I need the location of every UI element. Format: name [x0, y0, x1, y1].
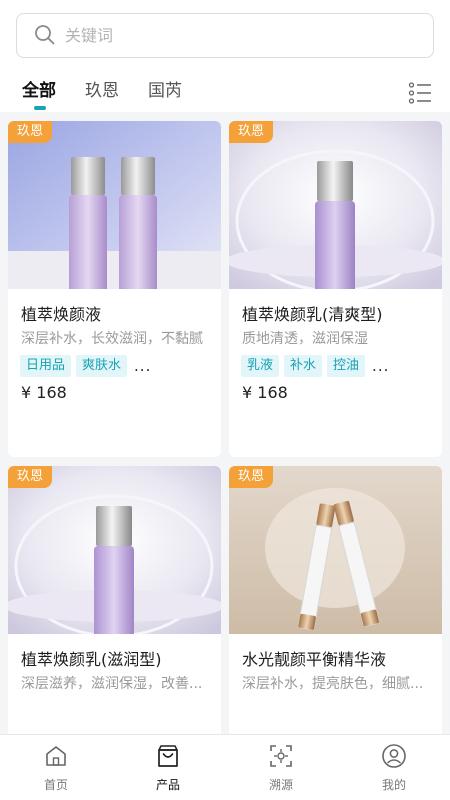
product-card[interactable]: 玖恩 植萃焕颜乳(清爽型) 质地清透，滋润保湿 乳液 补水 控油 ... ¥ 1… [229, 121, 442, 457]
product-tag: 控油 [327, 355, 366, 377]
product-card[interactable]: 玖恩 水光靓颜平衡精华液 深层补水，提亮肤色，细腻... [229, 466, 442, 734]
brand-badge: 玖恩 [229, 121, 274, 143]
product-title: 植萃焕颜乳(清爽型) [242, 305, 383, 324]
product-card[interactable]: 玖恩 植萃焕颜液 深层补水，长效滋润，不黏腻 日用品 爽肤水 ... ¥ 168 [8, 121, 221, 457]
product-description: 深层滋养，滋润保湿，改善... [21, 676, 203, 692]
scan-trace-icon [270, 745, 292, 767]
brand-badge: 玖恩 [229, 466, 274, 488]
search-box[interactable] [16, 13, 434, 58]
product-price: ¥ 168 [242, 383, 288, 402]
product-description: 深层补水，提亮肤色，细腻... [242, 676, 424, 692]
nav-profile[interactable]: 我的 [338, 735, 450, 800]
list-view-icon[interactable] [408, 82, 432, 104]
nav-label: 产品 [155, 778, 180, 792]
product-tags: 乳液 补水 控油 ... [241, 355, 389, 377]
shopping-bag-icon [158, 745, 178, 767]
bottom-navigation: 首页 产品 溯源 我的 [0, 734, 450, 800]
nav-trace[interactable]: 溯源 [225, 735, 337, 800]
product-image [8, 121, 221, 289]
category-tabs: 全部 玖恩 国芮 [0, 76, 450, 112]
product-tag: 日用品 [20, 355, 72, 377]
product-tags: 日用品 爽肤水 ... [20, 355, 151, 377]
brand-badge: 玖恩 [8, 466, 53, 488]
product-tag: 乳液 [241, 355, 280, 377]
product-tag: 爽肤水 [76, 355, 128, 377]
product-title: 植萃焕颜液 [21, 305, 102, 324]
tab-all[interactable]: 全部 [22, 76, 56, 101]
search-input[interactable] [65, 14, 415, 57]
tab-guorui[interactable]: 国芮 [148, 76, 182, 101]
product-image [229, 121, 442, 289]
product-grid: 玖恩 植萃焕颜液 深层补水，长效滋润，不黏腻 日用品 爽肤水 ... ¥ 168 [0, 112, 450, 734]
nav-home[interactable]: 首页 [0, 735, 112, 800]
product-tag: 补水 [284, 355, 323, 377]
product-card[interactable]: 玖恩 植萃焕颜乳(滋润型) 深层滋养，滋润保湿，改善... [8, 466, 221, 734]
tab-jiuen[interactable]: 玖恩 [85, 76, 119, 101]
more-tags-ellipsis: ... [372, 357, 390, 375]
home-icon [46, 746, 66, 766]
nav-label: 溯源 [268, 778, 293, 792]
user-icon [382, 744, 406, 768]
product-title: 水光靓颜平衡精华液 [242, 650, 387, 669]
more-tags-ellipsis: ... [134, 357, 152, 375]
product-description: 质地清透，滋润保湿 [242, 331, 368, 347]
nav-label: 我的 [381, 778, 406, 792]
product-price: ¥ 168 [21, 383, 67, 402]
product-image [8, 466, 221, 634]
search-icon [35, 25, 55, 45]
product-description: 深层补水，长效滋润，不黏腻 [21, 331, 203, 347]
nav-products[interactable]: 产品 [112, 735, 224, 800]
product-title: 植萃焕颜乳(滋润型) [21, 650, 162, 669]
brand-badge: 玖恩 [8, 121, 53, 143]
active-tab-indicator [34, 106, 46, 110]
nav-label: 首页 [43, 778, 68, 792]
top-bar: 全部 玖恩 国芮 [0, 0, 450, 112]
product-image [229, 466, 442, 634]
